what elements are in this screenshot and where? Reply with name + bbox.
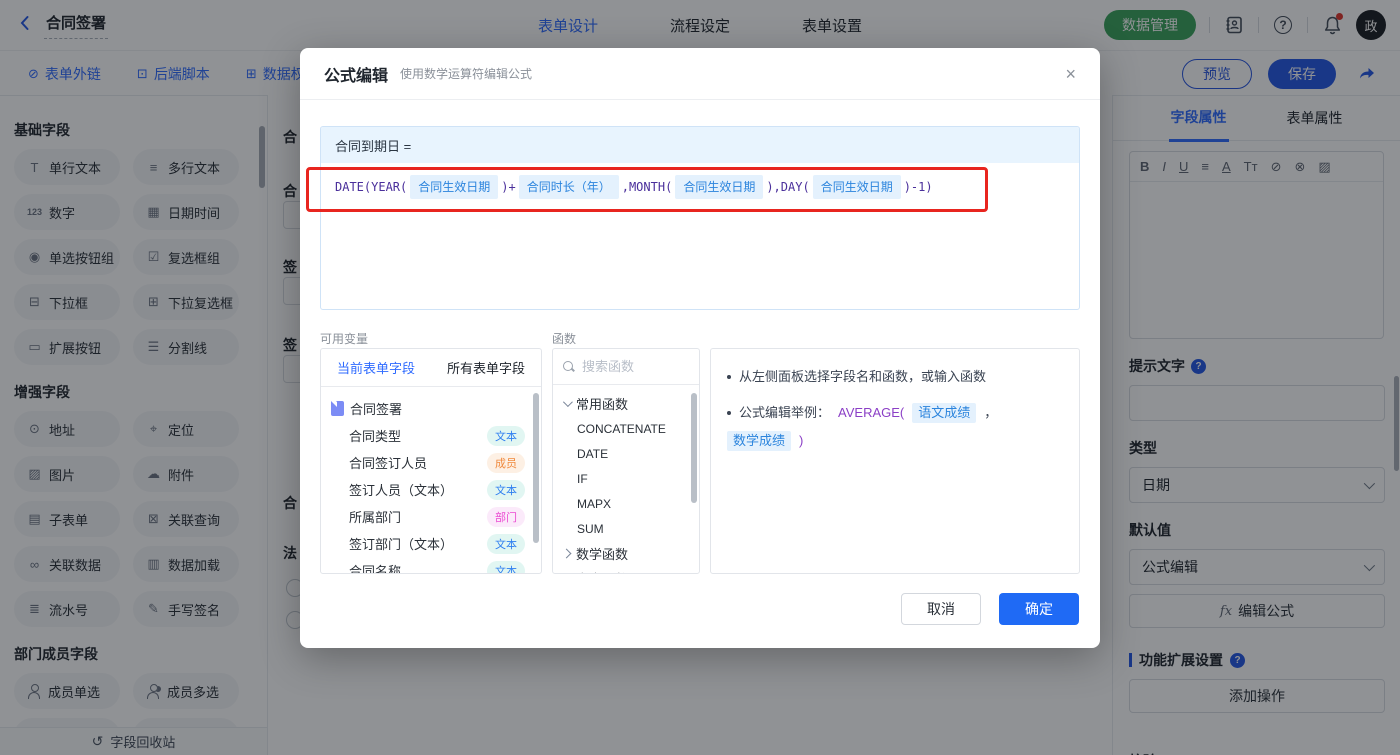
type-badge: 文本: [487, 479, 525, 500]
help-close-paren: ): [799, 433, 804, 448]
help-text: 从左侧面板选择字段名和函数，或输入函数: [739, 369, 987, 384]
form-doc-icon: [331, 401, 344, 416]
tab-current-form-fields[interactable]: 当前表单字段: [337, 358, 415, 377]
functions-scrollbar[interactable]: [691, 393, 697, 503]
bullet-icon: [727, 375, 731, 379]
modal-subtitle: 使用数学运算符编辑公式: [400, 67, 533, 81]
formula-code: ,MONTH(: [621, 180, 673, 194]
type-badge: 文本: [487, 560, 525, 573]
tab-all-form-fields[interactable]: 所有表单字段: [447, 358, 525, 377]
variable-item[interactable]: 签订人员（文本） 文本: [321, 476, 541, 503]
formula-editor[interactable]: 合同到期日 = DATE(YEAR(合同生效日期)+ 合同时长（年） ,MONTH(…: [320, 126, 1080, 310]
chevron-open-icon: [562, 397, 573, 408]
type-badge: 部门: [487, 506, 525, 527]
function-search-input[interactable]: [582, 359, 682, 374]
bullet-icon: [727, 411, 731, 415]
functions-panel: 常用函数 CONCATENATE DATE IF MAPX SUM 数学函数 文…: [552, 348, 700, 574]
variables-panel: 当前表单字段 所有表单字段 合同签署 合同类型 文本 合同签订人员 成员 签订人员（…: [320, 348, 542, 574]
help-example-function: AVERAGE(: [838, 405, 905, 420]
type-badge: 文本: [487, 533, 525, 554]
formula-code: )-1): [903, 180, 933, 194]
variables-scrollbar[interactable]: [533, 393, 539, 543]
formula-help-panel: 从左侧面板选择字段名和函数，或输入函数 公式编辑举例： AVERAGE( 语文成…: [710, 348, 1080, 574]
function-group-math[interactable]: 数学函数: [553, 541, 699, 566]
search-icon: [563, 360, 575, 373]
variable-item[interactable]: 合同签订人员 成员: [321, 449, 541, 476]
cancel-button[interactable]: 取消: [901, 593, 981, 625]
type-badge: 文本: [487, 425, 525, 446]
field-chip[interactable]: 合同生效日期: [675, 175, 764, 199]
type-badge: 成员: [487, 452, 525, 473]
field-chip: 语文成绩: [912, 403, 977, 423]
function-group-text[interactable]: 文本函数: [553, 566, 699, 573]
field-chip[interactable]: 合同生效日期: [812, 175, 901, 199]
chevron-closed-icon: [561, 548, 572, 559]
function-item[interactable]: CONCATENATE: [553, 416, 699, 441]
field-chip[interactable]: 合同时长（年）: [518, 175, 619, 199]
help-example-prefix: 公式编辑举例：: [739, 405, 831, 420]
functions-label: 函数: [552, 332, 577, 346]
function-group-common[interactable]: 常用函数: [553, 391, 699, 416]
variable-item[interactable]: 合同名称 文本: [321, 557, 541, 573]
variable-item[interactable]: 签订部门（文本） 文本: [321, 530, 541, 557]
help-comma: ，: [984, 405, 998, 420]
function-item[interactable]: IF: [553, 466, 699, 491]
formula-code: )+: [501, 180, 516, 194]
close-icon[interactable]: ×: [1065, 65, 1076, 83]
function-item[interactable]: MAPX: [553, 491, 699, 516]
field-chip: 数学成绩: [727, 431, 792, 451]
confirm-button[interactable]: 确定: [999, 593, 1079, 625]
variable-tree-root[interactable]: 合同签署: [321, 395, 541, 422]
function-item[interactable]: DATE: [553, 441, 699, 466]
formula-code: ),DAY(: [766, 180, 810, 194]
variable-item[interactable]: 合同类型 文本: [321, 422, 541, 449]
formula-target-field: 合同到期日 =: [321, 127, 1079, 163]
variable-item[interactable]: 所属部门 部门: [321, 503, 541, 530]
variables-label: 可用变量: [320, 332, 369, 346]
function-item[interactable]: SUM: [553, 516, 699, 541]
modal-title: 公式编辑: [324, 67, 389, 85]
field-chip[interactable]: 合同生效日期: [410, 175, 499, 199]
formula-code: DATE(YEAR(: [335, 180, 408, 194]
app-root: 合同签署 表单设计 流程设定 表单设置 数据管理 ? 政 ⊘ 表单外链 ⊡ 后端…: [0, 0, 1400, 755]
formula-editor-modal: 公式编辑 使用数学运算符编辑公式 × 合同到期日 = DATE(YEAR(合同生…: [300, 48, 1100, 648]
formula-expression[interactable]: DATE(YEAR(合同生效日期)+ 合同时长（年） ,MONTH(合同生效日期),…: [321, 163, 1079, 211]
